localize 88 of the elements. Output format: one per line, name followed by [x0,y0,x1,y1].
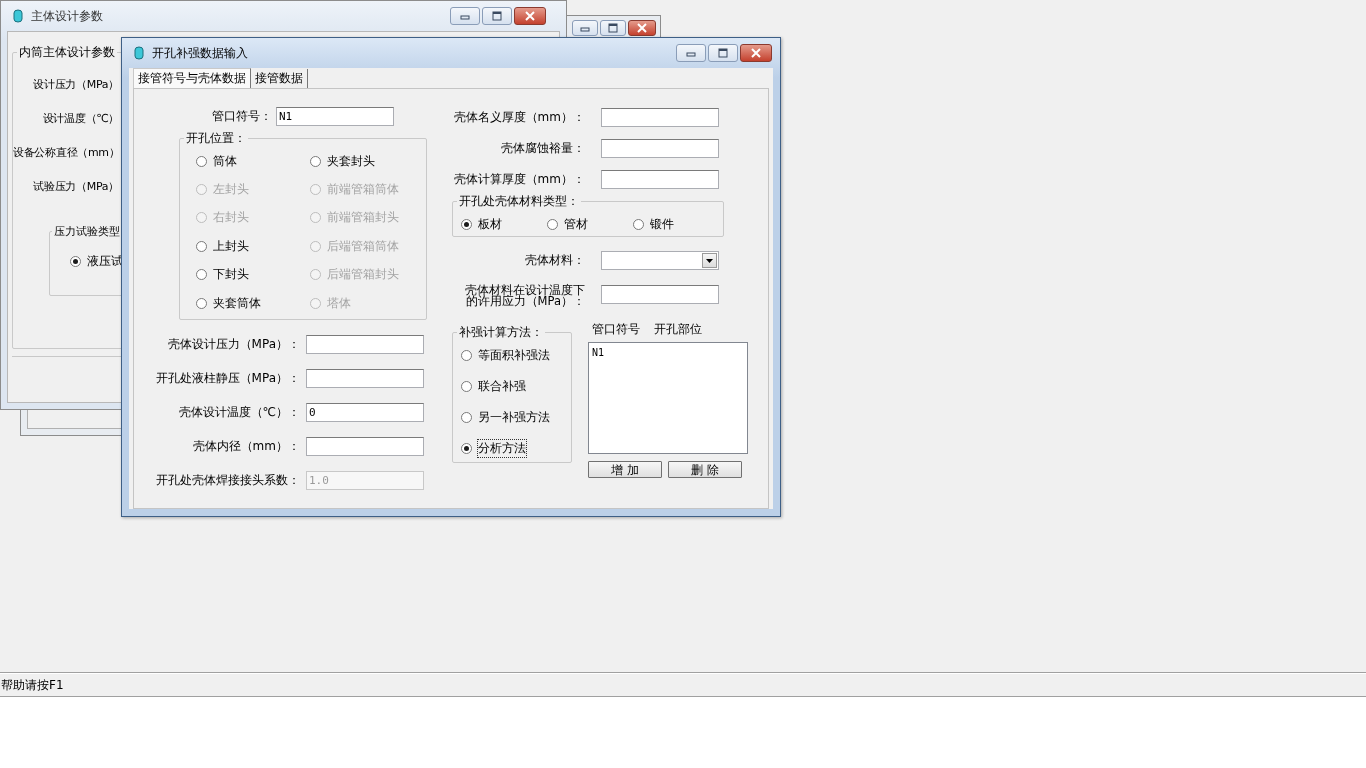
close-button[interactable] [514,7,546,25]
radio-label: 锻件 [650,216,674,233]
list-box[interactable]: N1 [588,342,748,454]
group-title: 补强计算方法： [458,324,544,341]
group-title: 压力试验类型 [53,224,121,239]
radio-label: 夹套封头 [327,152,375,170]
radio-button[interactable] [70,256,81,267]
radio-label: 分析方法 [478,440,526,457]
group-title: 内筒主体设计参数 [18,44,116,61]
list-item[interactable]: N1 [592,347,605,358]
field-label: 设计温度（℃） [41,111,119,126]
radio-button[interactable] [461,219,472,230]
radio-label: 左封头 [213,181,249,199]
radio-label: 后端管箱封头 [327,266,399,284]
radio-button[interactable] [196,155,207,167]
dropdown-field[interactable] [601,251,719,270]
close-icon [750,48,762,58]
window-title: 开孔补强数据输入 [152,44,249,62]
maximize-button[interactable] [482,7,512,25]
cylinder-icon [134,46,144,60]
group-title: 开孔处壳体材料类型： [458,193,580,210]
column-header: 开孔部位 [654,321,702,338]
radio-button[interactable] [547,219,558,230]
radio-button[interactable] [461,412,472,423]
field-label: 壳体材料： [524,252,585,269]
radio-label: 下封头 [213,266,249,284]
radio-button[interactable] [633,219,644,230]
tab[interactable]: 接管符号与壳体数据 [133,68,251,88]
radio-label: 联合补强 [478,378,526,395]
radio-button[interactable] [461,443,472,454]
cylinder-icon [13,9,23,23]
text-field[interactable]: 0 [306,403,424,423]
radio-button[interactable] [196,240,207,252]
field-label: 设备公称直径（mm） [13,145,119,160]
radio-label: 另一补强方法 [478,409,550,426]
radio-button[interactable] [461,350,472,361]
maximize-icon [717,48,729,58]
field-label: 设计压力（MPa） [32,77,119,92]
close-button[interactable] [740,44,772,62]
caret-icon [706,258,713,263]
field-label: 壳体设计温度（℃）： [177,404,300,422]
text-field[interactable]: N1 [276,107,394,126]
text-field[interactable] [601,170,719,189]
radio-button[interactable] [196,297,207,309]
maximize-button[interactable] [600,20,626,36]
close-icon [524,11,536,21]
text-field[interactable] [601,108,719,127]
push-button[interactable]: 增 加 [588,461,662,478]
maximize-icon [607,23,619,33]
radio-label: 筒体 [213,152,237,170]
window-title: 主体设计参数 [31,7,104,25]
radio-label: 上封头 [213,237,249,255]
radio-label: 前端管箱筒体 [327,181,399,199]
text-field[interactable] [306,335,424,355]
radio-label: 夹套筒体 [213,294,261,312]
radio-label: 右封头 [213,209,249,227]
field-label: 壳体材料在设计温度下的许用应力（MPa）： [464,285,585,307]
radio-button[interactable] [461,381,472,392]
radio-label: 板材 [478,216,502,233]
group-title: 开孔位置： [185,130,247,147]
field-label: 壳体腐蚀裕量： [500,140,585,157]
field-label: 壳体内径（mm）： [191,438,300,456]
text-field[interactable] [601,139,719,158]
close-button[interactable] [628,20,656,36]
close-icon [636,23,648,33]
field-label: 管口符号： [211,108,272,125]
radio-button[interactable] [196,269,207,281]
field-label: 壳体名义厚度（mm）： [452,109,585,126]
radio-label: 管材 [564,216,588,233]
maximize-icon [491,11,503,21]
column-header: 管口符号 [592,321,640,338]
status-text: 帮助请按F1 [0,678,64,692]
radio-label: 塔体 [327,294,351,312]
push-button[interactable]: 删 除 [668,461,742,478]
text-field[interactable] [306,437,424,457]
radio-label: 等面积补强法 [478,347,550,364]
radio-button[interactable] [310,155,321,167]
field-label: 试验压力（MPa） [32,179,119,194]
field-label: 壳体设计压力（MPa）： [166,336,300,354]
radio-label: 后端管箱筒体 [327,237,399,255]
maximize-button[interactable] [708,44,738,62]
field-label: 开孔处液柱静压（MPa）： [154,370,300,388]
text-field[interactable] [306,369,424,389]
field-label: 壳体计算厚度（mm）： [452,171,585,188]
text-field[interactable] [601,285,719,304]
field-label: 开孔处壳体焊接接头系数： [155,472,300,490]
radio-label: 前端管箱封头 [327,209,399,227]
dropdown-button[interactable] [702,253,717,268]
